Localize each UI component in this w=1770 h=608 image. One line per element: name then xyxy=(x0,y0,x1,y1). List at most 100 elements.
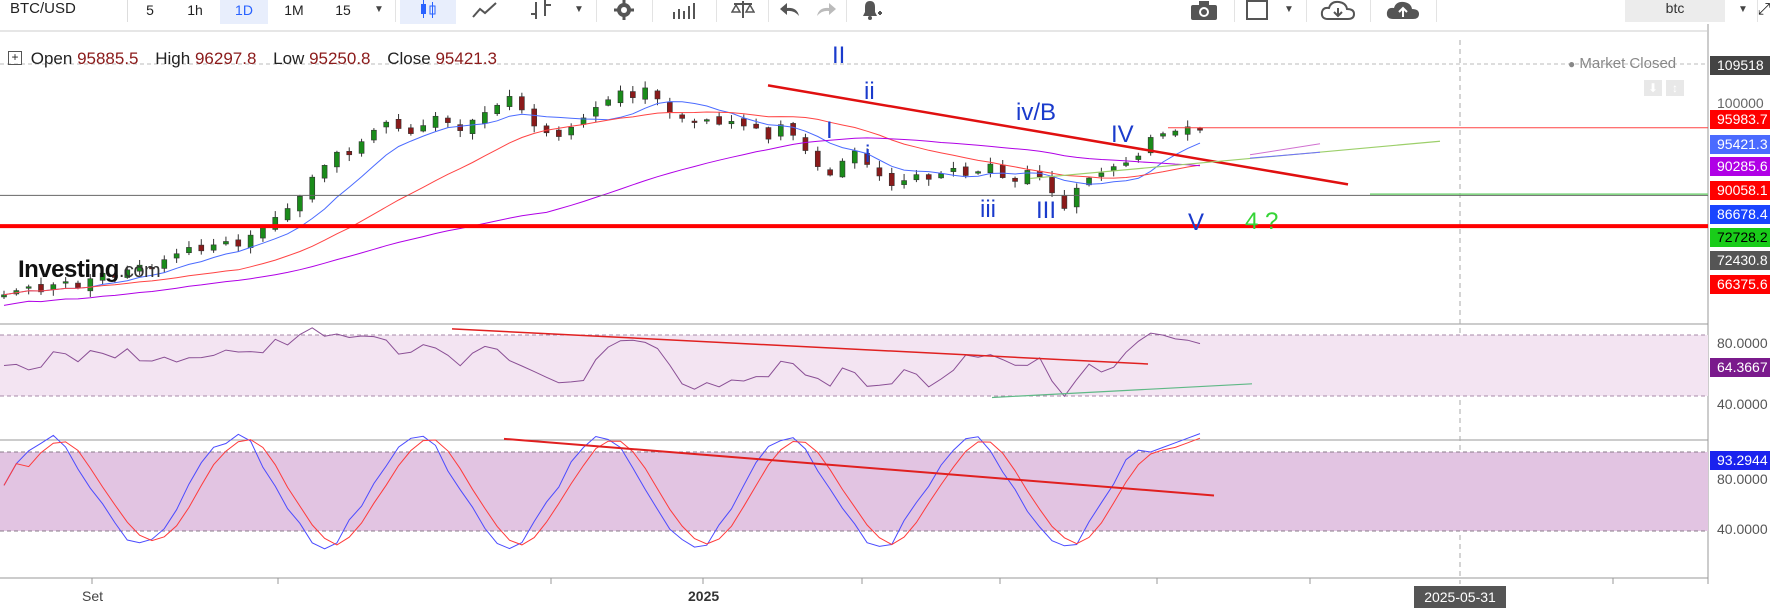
close-label: Close xyxy=(387,49,431,68)
collapse-legend-icon[interactable]: + xyxy=(8,50,22,65)
layout-dropdown[interactable]: ▼ xyxy=(1276,0,1302,24)
logo-suffix-text: .com xyxy=(118,260,161,282)
price-label: 90285.6 xyxy=(1710,157,1770,176)
rsi-axis-label: 40.0000 xyxy=(1710,395,1770,414)
wave-label-II[interactable]: II xyxy=(832,42,845,70)
caret-down-icon: ▼ xyxy=(374,4,384,15)
symbol-search-input[interactable]: btc xyxy=(1625,0,1725,22)
candle-body xyxy=(1098,172,1105,177)
candle-body xyxy=(321,165,328,179)
price-label: 86678.4 xyxy=(1710,205,1770,224)
wave-label-i[interactable]: i xyxy=(865,141,870,169)
chart-area[interactable] xyxy=(0,24,1770,608)
candle-body xyxy=(593,107,599,117)
candle-body xyxy=(901,180,907,185)
fullscreen-icon: ⤢ xyxy=(1757,1,1770,18)
interval-1h-button[interactable]: 1h xyxy=(172,0,218,24)
candle-body xyxy=(740,118,747,127)
search-dropdown[interactable]: ▼ xyxy=(1730,0,1756,24)
toolbar-divider xyxy=(1436,0,1437,22)
candle-body xyxy=(1049,176,1055,194)
candle-body xyxy=(617,90,624,104)
wave-label-V[interactable]: V xyxy=(1188,209,1204,237)
caret-down-icon: ▼ xyxy=(1284,4,1294,15)
wave-label-IV[interactable]: IV xyxy=(1111,121,1134,149)
chart-type-dropdown[interactable]: ▼ xyxy=(566,0,592,24)
scroll-down-icon[interactable]: ⬇ xyxy=(1644,80,1662,96)
toolbar-divider xyxy=(596,0,597,22)
candle-body xyxy=(469,119,476,134)
line-type-button[interactable] xyxy=(460,0,510,24)
price-label: 72728.2 xyxy=(1710,228,1770,247)
interval-dropdown-button[interactable]: ▼ xyxy=(366,0,392,24)
undo-button[interactable] xyxy=(772,0,808,24)
uptrend-line xyxy=(1029,140,1441,180)
layout-button[interactable] xyxy=(1240,0,1276,24)
candle-body xyxy=(334,151,340,168)
time-axis-label: Set xyxy=(82,588,104,604)
toolbar-divider xyxy=(1370,0,1371,22)
toolbar: BTC/USD 5 1h 1D 1M 15 ▼ ▼ ▼ btc ▼ ⤢ xyxy=(0,0,1770,24)
interval-1d-button[interactable]: 1D xyxy=(220,0,268,24)
compare-button[interactable] xyxy=(720,0,766,24)
candle-body xyxy=(420,125,427,132)
candle-body xyxy=(827,169,833,176)
candle-body xyxy=(691,120,698,123)
interval-15-button[interactable]: 15 xyxy=(320,0,366,24)
cloud-download-button[interactable] xyxy=(1310,0,1366,24)
price-label: 109518 xyxy=(1710,56,1770,75)
candle-body xyxy=(1172,130,1179,136)
candle-body xyxy=(235,239,242,247)
wave-label-iv-b[interactable]: iv/B xyxy=(1016,99,1056,127)
candle-body xyxy=(1197,127,1203,131)
toolbar-divider xyxy=(768,0,769,22)
candle-body xyxy=(531,108,537,127)
candle-body xyxy=(1073,187,1080,208)
ma-line-red xyxy=(3,111,1201,296)
wave-label-4[interactable]: 4 ? xyxy=(1245,208,1278,236)
undo-icon xyxy=(780,3,799,16)
interval-5-button[interactable]: 5 xyxy=(130,0,170,24)
interval-1m-button[interactable]: 1M xyxy=(270,0,318,24)
candle-body xyxy=(346,151,353,156)
price-label: 90058.1 xyxy=(1710,181,1770,200)
fullscreen-button[interactable]: ⤢ xyxy=(1758,0,1770,24)
alert-button[interactable] xyxy=(850,0,892,24)
candle-body xyxy=(506,96,513,107)
candle-body xyxy=(987,163,994,174)
cloud-upload-button[interactable] xyxy=(1374,0,1432,24)
stoch-axis-label: 80.0000 xyxy=(1710,470,1770,489)
candle-body xyxy=(482,112,488,124)
scroll-reset-icon[interactable]: ↕ xyxy=(1666,80,1684,96)
redo-icon xyxy=(817,3,836,16)
wave-label-ii[interactable]: ii xyxy=(864,78,875,106)
toolbar-divider xyxy=(395,0,396,22)
candle-body xyxy=(667,101,673,113)
candle-type-button[interactable] xyxy=(400,0,456,24)
candle-body xyxy=(1061,195,1068,209)
snapshot-button[interactable] xyxy=(1178,0,1230,24)
toolbar-divider xyxy=(846,0,847,22)
caret-down-icon: ▼ xyxy=(1738,4,1748,15)
line-type-icon xyxy=(472,2,497,18)
bar-type-icon xyxy=(531,0,551,19)
settings-button[interactable] xyxy=(600,0,648,24)
bar-type-button[interactable] xyxy=(518,0,564,24)
candle-body xyxy=(925,174,932,180)
candle-body xyxy=(716,116,722,125)
candle-body xyxy=(938,173,944,179)
downtrend-line xyxy=(767,84,1349,186)
symbol-selector[interactable]: BTC/USD xyxy=(0,0,128,22)
candle-body xyxy=(765,127,772,140)
candle-body xyxy=(753,123,759,129)
wave-label-iii[interactable]: iii xyxy=(980,196,996,224)
indicators-button[interactable] xyxy=(656,0,712,24)
candle-body xyxy=(284,208,291,221)
wave-label-I[interactable]: I xyxy=(826,117,833,145)
wave-label-III[interactable]: III xyxy=(1036,197,1056,225)
rsi-band xyxy=(0,335,1708,396)
candle-body xyxy=(802,137,809,151)
candle-body xyxy=(25,286,32,289)
toolbar-divider xyxy=(1306,0,1307,22)
redo-button[interactable] xyxy=(808,0,844,24)
